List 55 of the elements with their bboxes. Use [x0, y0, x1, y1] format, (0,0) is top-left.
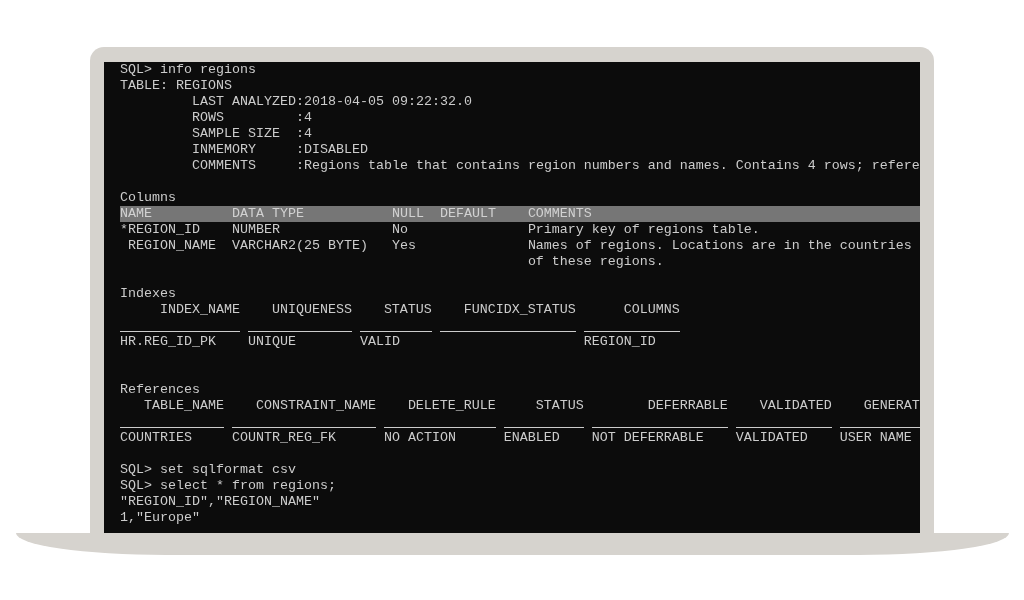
table-cell: Primary key of regions table. [527, 222, 760, 237]
section-title: References [120, 382, 200, 397]
property-value: :4 [295, 126, 312, 141]
output-line: 1,"Europe" [120, 510, 200, 525]
property-value: :DISABLED [295, 142, 368, 157]
column-header: DEFAULT [439, 206, 496, 221]
table-cell: COUNTR_REG_FK [231, 430, 336, 445]
table-cell: NO ACTION [383, 430, 456, 445]
command-line: SQL> select * from regions; [120, 478, 336, 493]
column-header: TABLE_NAME [144, 398, 224, 413]
column-header: NULL [391, 206, 424, 221]
table-cell: Names of regions. Locations are in the countries of these regions. [527, 238, 912, 269]
column-header: CONSTRAINT_NAME [255, 398, 376, 413]
output-line: "REGION_ID","REGION_NAME" [120, 494, 320, 509]
column-header: VALIDATED [759, 398, 832, 413]
property-label: ROWS [191, 110, 224, 125]
section-title: Indexes [120, 286, 176, 301]
property-label: COMMENTS [191, 158, 256, 173]
property-label: LAST ANALYZED [191, 94, 296, 109]
table-cell: *REGION_ID [120, 222, 200, 238]
column-header: DATA TYPE [231, 206, 304, 221]
command-line: SQL> set sqlformat csv [120, 462, 296, 477]
property-value: :Regions table that contains region numbers and names. Contains 4 rows; refere [295, 158, 920, 173]
column-header: DELETE_RULE [407, 398, 496, 413]
column-header: STATUS [383, 302, 432, 317]
table-cell: No [391, 222, 408, 237]
section-title: Columns [120, 190, 176, 205]
table-cell: Yes [391, 238, 416, 253]
table-cell: UNIQUE [247, 334, 296, 349]
table-cell: VALIDATED [735, 430, 808, 445]
table-cell: NOT DEFERRABLE [591, 430, 704, 445]
property-value: :4 [295, 110, 312, 125]
column-header: UNIQUENESS [271, 302, 352, 317]
table-cell: NUMBER [231, 222, 280, 237]
command-line: SQL> info regions [120, 62, 256, 77]
table-cell-text: REGION_NAME [127, 238, 216, 254]
column-header: STATUS [535, 398, 584, 413]
table-cell: COUNTRIES [120, 430, 192, 445]
table-cell: USER NAME [839, 430, 912, 445]
column-header: DEFERRABLE [647, 398, 728, 413]
table-cell: ENABLED [503, 430, 560, 445]
column-header: FUNCIDX_STATUS [463, 302, 576, 317]
column-header: COLUMNS [623, 302, 680, 317]
property-label: INMEMORY [191, 142, 256, 157]
column-header: GENERAT [863, 398, 920, 413]
property-label: SAMPLE SIZE [191, 126, 280, 141]
property-value: :2018-04-05 09:22:32.0 [295, 94, 472, 109]
table-cell: VARCHAR2(25 BYTE) [231, 238, 368, 253]
table-title: TABLE: REGIONS [120, 78, 232, 93]
column-header: INDEX_NAME [160, 302, 240, 317]
column-header: NAME [120, 206, 152, 221]
table-cell: REGION_ID [583, 334, 656, 349]
column-header: COMMENTS [527, 206, 592, 221]
table-cell: VALID [359, 334, 400, 349]
table-cell: HR.REG_ID_PK [120, 334, 216, 349]
